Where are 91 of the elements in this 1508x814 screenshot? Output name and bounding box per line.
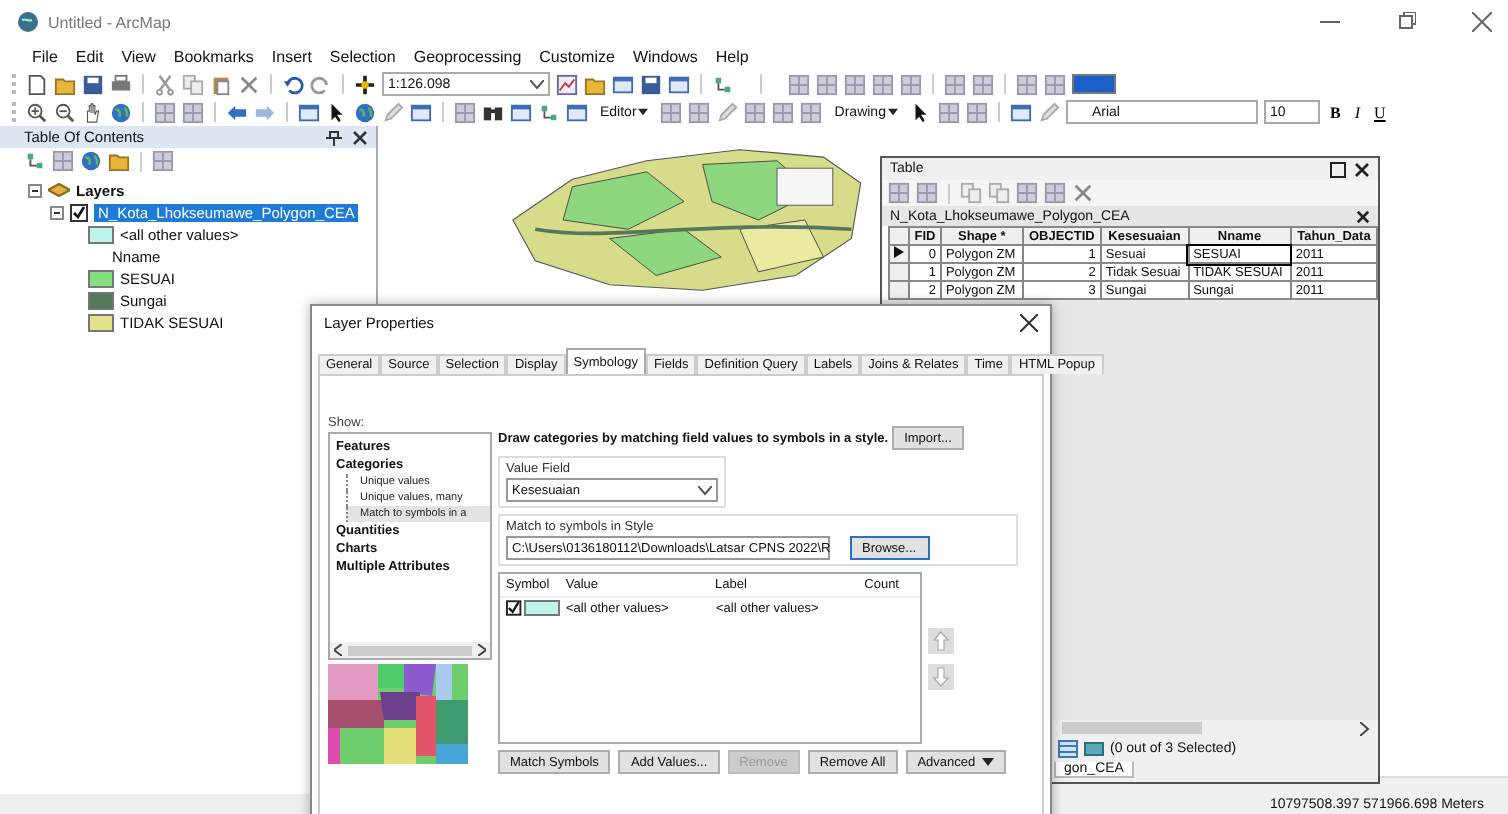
layers-icon <box>48 180 70 200</box>
close-icon[interactable] <box>1356 209 1370 223</box>
caret-icon <box>638 108 649 116</box>
tree-icon[interactable] <box>538 101 560 123</box>
window-icon[interactable] <box>298 101 320 123</box>
chart-icon[interactable] <box>556 73 578 95</box>
menu-item[interactable]: Insert <box>271 48 312 66</box>
window-icon[interactable] <box>410 101 432 123</box>
window-icon[interactable] <box>668 73 690 95</box>
copy-icon[interactable] <box>182 73 204 95</box>
grid-icon[interactable] <box>1016 73 1038 95</box>
restore-icon[interactable] <box>1396 12 1416 32</box>
delete-icon[interactable] <box>1072 182 1094 204</box>
grid-icon[interactable] <box>844 73 866 95</box>
save-icon[interactable] <box>640 73 662 95</box>
selected-view-icon[interactable] <box>1084 740 1104 758</box>
map-preview-drawing <box>328 664 468 764</box>
grid-icon[interactable] <box>965 101 988 123</box>
paste-icon[interactable] <box>210 73 232 95</box>
window-icon[interactable] <box>612 73 634 95</box>
menu-item[interactable]: Edit <box>75 48 104 66</box>
app-globe-icon <box>16 10 40 34</box>
collapse-icon[interactable] <box>28 183 42 197</box>
close-icon[interactable] <box>1020 314 1038 332</box>
table-view-icon[interactable] <box>1058 740 1078 758</box>
tree-icon[interactable] <box>24 150 46 172</box>
grid-icon[interactable] <box>1016 182 1038 204</box>
color-swatch[interactable] <box>1072 74 1116 94</box>
close-icon[interactable] <box>352 129 368 145</box>
scroll-right-icon[interactable] <box>1360 721 1370 735</box>
menu-item[interactable]: Selection <box>329 48 396 66</box>
symbol-swatch[interactable] <box>523 600 560 616</box>
grid-icon[interactable] <box>182 101 204 123</box>
grid-icon[interactable] <box>916 182 938 204</box>
window-icon[interactable] <box>510 101 532 123</box>
menu-item[interactable]: View <box>121 48 156 66</box>
menu-item[interactable]: Windows <box>632 48 698 66</box>
pin-icon[interactable] <box>326 129 342 145</box>
window-title: Untitled - ArcMap <box>48 13 171 31</box>
scroll-left-icon[interactable] <box>334 644 342 656</box>
window-icon[interactable] <box>1009 101 1032 123</box>
grid-icon[interactable] <box>788 73 810 95</box>
grid-icon[interactable] <box>660 101 683 123</box>
current-row-icon <box>894 246 904 258</box>
maximize-icon[interactable] <box>1330 161 1346 177</box>
bold-button[interactable]: B <box>1325 101 1345 123</box>
add-data-icon[interactable] <box>354 73 376 95</box>
globe-icon[interactable] <box>80 150 102 172</box>
grid-icon[interactable] <box>772 101 795 123</box>
horizontal-scrollbar[interactable] <box>330 642 490 658</box>
italic-button[interactable]: I <box>1350 101 1364 123</box>
grid-icon[interactable] <box>972 73 994 95</box>
checkbox[interactable] <box>506 600 522 616</box>
caret-icon <box>698 485 712 495</box>
grid-icon[interactable] <box>152 150 174 172</box>
arrow-left-icon[interactable] <box>226 101 248 123</box>
globe-icon[interactable] <box>110 101 132 123</box>
menu-item[interactable]: Geoprocessing <box>413 48 522 66</box>
grid-icon[interactable] <box>872 73 894 95</box>
close-icon[interactable] <box>1354 161 1370 177</box>
tree-icon[interactable] <box>712 73 734 95</box>
caret-icon <box>981 758 994 766</box>
grid-icon[interactable] <box>1044 73 1066 95</box>
printer-icon[interactable] <box>110 73 132 95</box>
menu-item[interactable]: Bookmarks <box>173 48 254 66</box>
grid-icon[interactable] <box>154 101 176 123</box>
hand-icon[interactable] <box>82 101 104 123</box>
zoom-in-icon[interactable] <box>26 101 48 123</box>
menu-item[interactable]: File <box>32 48 58 66</box>
zoom-out-icon[interactable] <box>54 101 76 123</box>
collapse-icon[interactable] <box>50 205 64 219</box>
grid-icon[interactable] <box>800 101 823 123</box>
caret-icon <box>887 108 898 116</box>
checkbox[interactable] <box>70 203 88 221</box>
save-icon[interactable] <box>82 73 104 95</box>
globe-icon[interactable] <box>354 101 376 123</box>
menu-item[interactable]: Customize <box>539 48 615 66</box>
grid-icon[interactable] <box>816 73 838 95</box>
grid-icon[interactable] <box>944 73 966 95</box>
caret-icon <box>530 79 544 89</box>
pointer-icon[interactable] <box>326 101 348 123</box>
grid-icon[interactable] <box>744 101 767 123</box>
undo-icon[interactable] <box>282 73 304 95</box>
window-icon[interactable] <box>566 101 588 123</box>
delete-icon[interactable] <box>238 73 260 95</box>
scroll-right-icon[interactable] <box>478 644 486 656</box>
grid-icon[interactable] <box>1044 182 1066 204</box>
cut-icon[interactable] <box>154 73 176 95</box>
menu-item[interactable]: Help <box>715 48 749 66</box>
underline-button[interactable]: U <box>1370 101 1390 123</box>
grid-icon[interactable] <box>888 182 910 204</box>
